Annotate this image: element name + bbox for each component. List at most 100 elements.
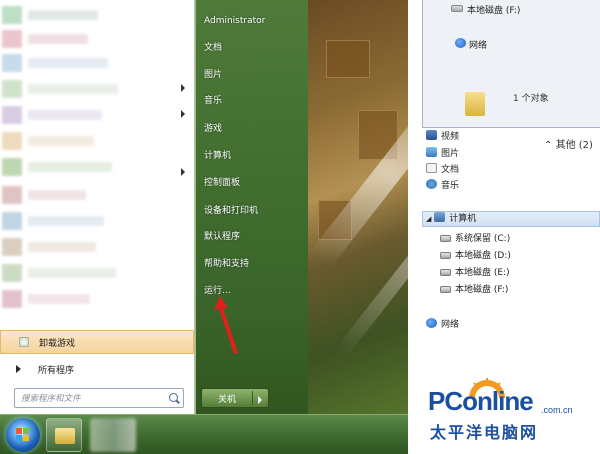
shutdown-button[interactable]: 关机 [201, 388, 269, 408]
recent-program[interactable] [0, 78, 180, 100]
search-box[interactable] [14, 388, 184, 408]
start-menu-programs-pane: 卸载游戏 所有程序 [0, 0, 196, 414]
program-icon [2, 30, 22, 48]
search-icon[interactable] [169, 393, 178, 402]
nav-item-pictures[interactable]: 图片 [426, 147, 459, 161]
document-icon [426, 163, 437, 173]
program-label-blurred [28, 294, 90, 304]
recent-program[interactable] [0, 210, 180, 232]
nav-item-video[interactable]: 视频 [426, 130, 459, 144]
nav-item-drive-e[interactable]: 本地磁盘 (E:) [440, 266, 510, 280]
drive-f-item-top[interactable]: 本地磁盘 (F:) [451, 3, 521, 16]
shutdown-options-arrow-icon[interactable] [258, 396, 262, 404]
nav-item-music[interactable]: 音乐 [426, 179, 459, 193]
nav-item-network[interactable]: 网络 [426, 318, 459, 332]
recent-program[interactable] [0, 288, 180, 310]
taskbar-app-button[interactable] [90, 418, 136, 452]
games-item[interactable]: 游戏 [204, 120, 222, 138]
control-panel-item[interactable]: 控制面板 [204, 174, 240, 192]
drive-icon [440, 252, 451, 259]
recent-program[interactable] [0, 262, 180, 284]
pictures-icon [426, 147, 437, 157]
shutdown-label: 关机 [217, 395, 236, 405]
network-label-top: 网络 [469, 41, 488, 51]
all-programs-label: 所有程序 [38, 366, 75, 376]
submenu-arrow-icon[interactable] [181, 84, 185, 92]
program-label-blurred [28, 110, 102, 120]
nav-item-drive-d[interactable]: 本地磁盘 (D:) [440, 249, 511, 263]
pinned-program[interactable] [0, 28, 180, 50]
music-item[interactable]: 音乐 [204, 92, 222, 110]
computer-icon [434, 212, 446, 222]
taskbar-explorer-button[interactable] [46, 418, 82, 452]
all-programs-button[interactable]: 所有程序 [0, 358, 194, 380]
program-label-blurred [28, 136, 94, 146]
submenu-arrow-icon[interactable] [181, 168, 185, 176]
folder-icon [55, 428, 75, 444]
recent-program[interactable] [0, 156, 180, 178]
details-panel: 1 个对象 [443, 72, 600, 126]
program-icon [2, 80, 22, 98]
pinned-program[interactable] [0, 52, 180, 74]
nav-item-drive-c[interactable]: 系统保留 (C:) [440, 232, 510, 246]
video-icon [426, 130, 437, 140]
logo-text: PConline [428, 386, 534, 416]
submenu-arrow-icon[interactable] [181, 110, 185, 118]
pconline-logo: PConline .com.cn 太平洋电脑网 [408, 378, 600, 454]
help-support-item[interactable]: 帮助和支持 [204, 255, 249, 273]
program-icon [2, 212, 22, 230]
other-group-label[interactable]: ⌃ 其他 (2) [544, 136, 593, 151]
devices-printers-item[interactable]: 设备和打印机 [204, 202, 258, 220]
windows-flag-icon [16, 428, 30, 442]
program-icon [2, 290, 22, 308]
nav-item-computer[interactable]: ◢ 计算机 [426, 212, 476, 226]
uninstall-game-item[interactable]: 卸载游戏 [0, 330, 194, 354]
start-button[interactable] [6, 418, 40, 452]
wallpaper-light-streak [310, 78, 408, 268]
nav-label: 本地磁盘 (E:) [455, 268, 510, 278]
nav-label: 本地磁盘 (F:) [455, 285, 509, 295]
object-count: 1 个对象 [513, 94, 549, 104]
default-programs-item[interactable]: 默认程序 [204, 228, 240, 246]
nav-item-drive-f[interactable]: 本地磁盘 (F:) [440, 283, 508, 297]
program-label-blurred [28, 84, 118, 94]
recent-program[interactable] [0, 184, 180, 206]
program-icon [19, 337, 29, 347]
uninstall-label: 卸载游戏 [39, 339, 76, 349]
logo-domain: .com.cn [541, 405, 573, 415]
nav-item-documents[interactable]: 文档 [426, 163, 459, 177]
drive-icon [440, 286, 451, 293]
pinned-program[interactable] [0, 4, 180, 26]
network-icon [455, 38, 466, 48]
nav-label: 视频 [441, 132, 460, 142]
computer-item[interactable]: 计算机 [204, 147, 231, 165]
annotation-arrow-shape [214, 296, 238, 354]
recent-program[interactable] [0, 104, 180, 126]
music-icon [426, 179, 437, 189]
drive-f-label-top: 本地磁盘 (F:) [467, 6, 521, 16]
network-item-top[interactable]: 网络 [455, 38, 488, 51]
program-label-blurred [28, 10, 98, 20]
button-divider [252, 391, 253, 405]
program-label-blurred [28, 34, 88, 44]
nav-label: 网络 [441, 320, 460, 330]
network-icon [426, 318, 437, 328]
folder-icon [465, 92, 485, 116]
pictures-item[interactable]: 图片 [204, 66, 222, 84]
nav-label: 本地磁盘 (D:) [455, 251, 511, 261]
search-input[interactable] [21, 392, 161, 405]
program-icon [2, 186, 22, 204]
nav-label: 文档 [441, 165, 460, 175]
documents-item[interactable]: 文档 [204, 39, 222, 57]
chevron-up-icon: ⌃ [544, 140, 553, 151]
program-icon [2, 6, 22, 24]
expand-arrow-icon: ◢ [426, 215, 432, 223]
recent-program[interactable] [0, 236, 180, 258]
program-icon [2, 158, 22, 176]
recent-program[interactable] [0, 130, 180, 152]
program-label-blurred [28, 162, 112, 172]
logo-chinese-text: 太平洋电脑网 [430, 423, 539, 442]
drive-icon [440, 269, 451, 276]
program-icon [2, 106, 22, 124]
user-name-item[interactable]: Administrator [204, 12, 265, 30]
